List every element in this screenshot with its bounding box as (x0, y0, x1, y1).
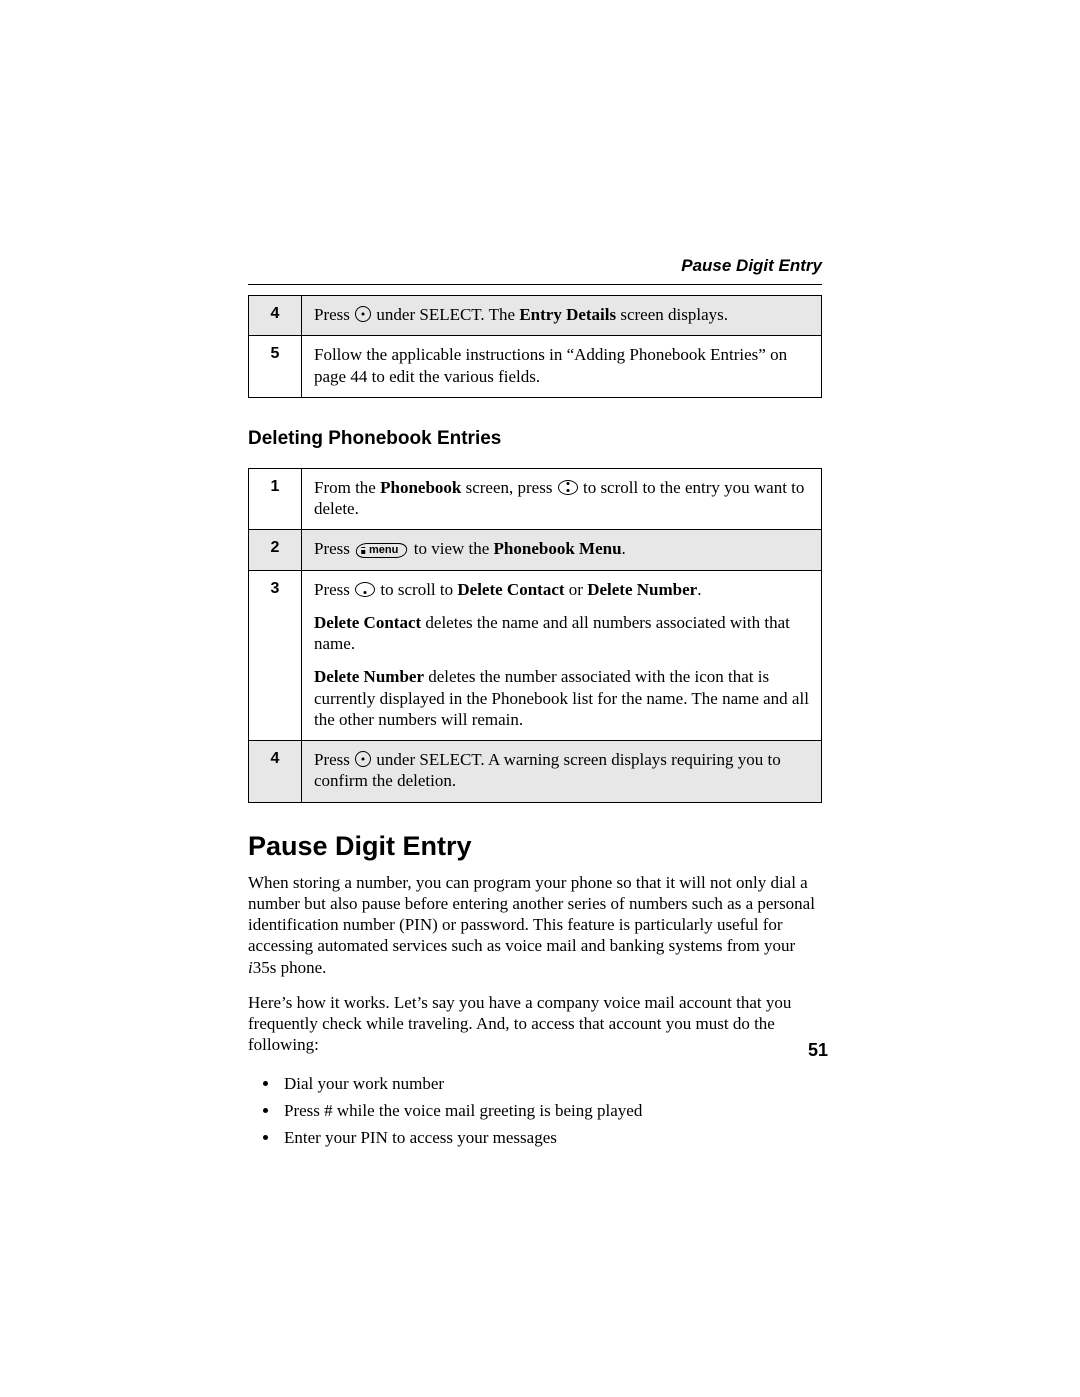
step-text: Press under SELECT. The Entry Details sc… (302, 296, 822, 336)
table-row: 4 Press under SELECT. The Entry Details … (249, 296, 822, 336)
nav-updown-key-icon (558, 480, 578, 495)
running-header: Pause Digit Entry (248, 256, 822, 276)
header-rule (248, 284, 822, 285)
delete-entry-steps-table: 1 From the Phonebook screen, press to sc… (248, 468, 822, 803)
table-row: 1 From the Phonebook screen, press to sc… (249, 468, 822, 530)
step-text: Follow the applicable instructions in “A… (302, 336, 822, 398)
select-key-icon (355, 751, 371, 767)
body-paragraph: Here’s how it works. Let’s say you have … (248, 992, 822, 1056)
body-paragraph: When storing a number, you can program y… (248, 872, 822, 978)
step-number: 4 (249, 296, 302, 336)
bullet-list: Dial your work number Press # while the … (262, 1070, 822, 1152)
edit-entry-steps-table: 4 Press under SELECT. The Entry Details … (248, 295, 822, 398)
step-text: Press to scroll to Delete Contact or Del… (302, 570, 822, 741)
step-number: 1 (249, 468, 302, 530)
list-item: Enter your PIN to access your messages (280, 1124, 822, 1151)
nav-down-key-icon (355, 582, 375, 597)
deleting-entries-heading: Deleting Phonebook Entries (248, 428, 822, 450)
table-row: 2 Press menu to view the Phonebook Menu. (249, 530, 822, 570)
step-number: 3 (249, 570, 302, 741)
step-text: Press under SELECT. A warning screen dis… (302, 741, 822, 803)
step-text: From the Phonebook screen, press to scro… (302, 468, 822, 530)
step-text: Press menu to view the Phonebook Menu. (302, 530, 822, 570)
select-key-icon (355, 306, 371, 322)
step-number: 4 (249, 741, 302, 803)
table-row: 3 Press to scroll to Delete Contact or D… (249, 570, 822, 741)
menu-key-icon: menu (355, 543, 409, 558)
page-number: 51 (808, 1040, 828, 1061)
list-item: Press # while the voice mail greeting is… (280, 1097, 822, 1124)
pause-digit-entry-heading: Pause Digit Entry (248, 831, 822, 862)
step-number: 5 (249, 336, 302, 398)
table-row: 4 Press under SELECT. A warning screen d… (249, 741, 822, 803)
document-page: Pause Digit Entry 4 Press under SELECT. … (0, 0, 1080, 1397)
list-item: Dial your work number (280, 1070, 822, 1097)
table-row: 5 Follow the applicable instructions in … (249, 336, 822, 398)
step-number: 2 (249, 530, 302, 570)
